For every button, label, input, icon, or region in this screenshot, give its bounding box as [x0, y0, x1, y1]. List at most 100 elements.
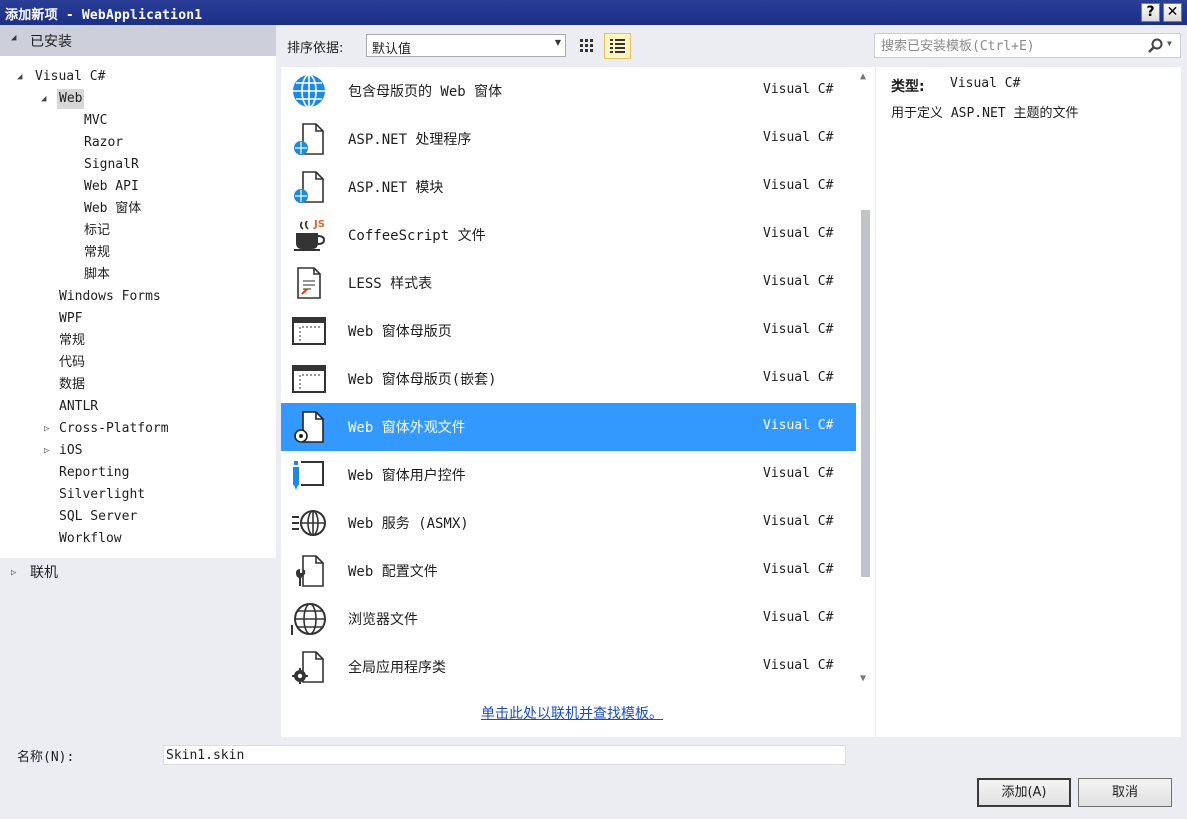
search-icon[interactable]: [1147, 38, 1165, 54]
tree-item-reporting[interactable]: Reporting: [59, 463, 129, 483]
template-name: ASP.NET 处理程序: [348, 132, 472, 148]
template-name: Web 窗体外观文件: [348, 420, 466, 436]
template-name: Web 窗体母版页: [348, 324, 452, 340]
online-header[interactable]: ▷ 联机: [0, 558, 276, 588]
template-row-selected[interactable]: Web 窗体外观文件 Visual C#: [281, 403, 856, 451]
template-name: 浏览器文件: [348, 612, 418, 628]
sort-label: 排序依据:: [287, 41, 344, 56]
config-file-icon: [296, 555, 324, 587]
tree-item-mvc[interactable]: MVC: [84, 111, 107, 131]
tree-item-visual-csharp[interactable]: Visual C#: [35, 67, 105, 87]
online-label: 联机: [30, 565, 58, 581]
template-language: Visual C#: [763, 274, 834, 289]
template-row[interactable]: Web 窗体母版页 Visual C#: [281, 307, 856, 355]
close-button[interactable]: ✕: [1163, 3, 1182, 22]
template-language: Visual C#: [763, 130, 834, 145]
template-name: ASP.NET 模块: [348, 180, 444, 196]
tree-item-wpf[interactable]: WPF: [59, 309, 82, 329]
installed-label: 已安装: [30, 34, 72, 50]
tree-item-code[interactable]: 代码: [59, 353, 85, 373]
tree-item-data[interactable]: 数据: [59, 375, 85, 395]
details-pane: 类型: Visual C# 用于定义 ASP.NET 主题的文件: [876, 67, 1181, 737]
add-button[interactable]: 添加(A): [977, 778, 1071, 807]
collapsed-arrow-icon: ▷: [11, 568, 17, 578]
type-value: Visual C#: [950, 76, 1021, 91]
tree-item-web[interactable]: Web: [57, 89, 85, 109]
globe-icon: [293, 74, 325, 108]
search-box[interactable]: ▼: [874, 33, 1181, 58]
list-scrollbar[interactable]: ▲ ▼: [856, 67, 875, 691]
tree-item-ios[interactable]: iOS: [59, 441, 82, 461]
browser-file-icon: [291, 603, 326, 635]
template-language: Visual C#: [763, 658, 834, 673]
svg-text:JS: JS: [313, 219, 325, 230]
template-row[interactable]: Web 窗体母版页(嵌套) Visual C#: [281, 355, 856, 403]
sort-value: 默认值: [372, 42, 412, 57]
tree-item-signalr[interactable]: SignalR: [84, 155, 139, 175]
name-label: 名称(N):: [17, 750, 75, 765]
tree-item-silverlight[interactable]: Silverlight: [59, 485, 145, 505]
template-name: LESS 样式表: [348, 276, 433, 292]
tree-item-web-api[interactable]: Web API: [84, 177, 139, 197]
template-name: 全局应用程序类: [348, 660, 446, 676]
category-panel: ◢ 已安装 ◢ Visual C# ◢ Web MVC Razor Signal…: [0, 25, 276, 737]
tree-item-sql-server[interactable]: SQL Server: [59, 507, 137, 527]
template-row[interactable]: Web 配置文件 Visual C#: [281, 547, 856, 595]
template-row[interactable]: JS CoffeeScript 文件 Visual C#: [281, 211, 856, 259]
collapse-arrow-icon: ◢: [11, 33, 17, 43]
template-row[interactable]: ASP.NET 处理程序 Visual C#: [281, 115, 856, 163]
tree-item-razor[interactable]: Razor: [84, 133, 123, 153]
expanded-arrow-icon[interactable]: ◢: [17, 67, 22, 87]
stylesheet-icon: [297, 267, 321, 299]
template-language: Visual C#: [763, 82, 834, 97]
online-templates-link[interactable]: 单击此处以联机并查找模板。: [481, 703, 663, 723]
template-row[interactable]: 包含母版页的 Web 窗体 Visual C#: [281, 67, 856, 115]
template-name: Web 窗体用户控件: [348, 468, 466, 484]
tree-item-windows-forms[interactable]: Windows Forms: [59, 287, 161, 307]
chevron-down-icon: ▼: [554, 38, 561, 47]
template-row[interactable]: 浏览器文件 Visual C#: [281, 595, 856, 643]
title-bar: 添加新项 - WebApplication1 ? ✕: [0, 0, 1187, 25]
template-row[interactable]: ASP.NET 模块 Visual C#: [281, 163, 856, 211]
help-button[interactable]: ?: [1141, 3, 1160, 22]
collapsed-arrow-icon[interactable]: ▷: [44, 441, 49, 461]
grid-view-icon: [580, 39, 593, 52]
tree-item-cross-platform[interactable]: Cross-Platform: [59, 419, 169, 439]
coffee-cup-icon: JS: [294, 219, 326, 251]
template-language: Visual C#: [763, 370, 834, 385]
sort-select[interactable]: 默认值 ▼: [366, 34, 566, 57]
template-language: Visual C#: [763, 562, 834, 577]
installed-header[interactable]: ◢ 已安装: [0, 25, 276, 56]
scroll-down-arrow-icon[interactable]: ▼: [860, 673, 866, 684]
tree-item-markup[interactable]: 标记: [84, 221, 110, 241]
template-language: Visual C#: [763, 418, 834, 433]
template-row[interactable]: Web 服务 (ASMX) Visual C#: [281, 499, 856, 547]
list-view-icon: [610, 39, 625, 53]
cancel-button[interactable]: 取消: [1078, 778, 1172, 807]
tree-item-antlr[interactable]: ANTLR: [59, 397, 98, 417]
template-list: 包含母版页的 Web 窗体 Visual C# ASP.NET 处理程序 Vis…: [281, 67, 856, 691]
template-row[interactable]: LESS 样式表 Visual C#: [281, 259, 856, 307]
details-view-button[interactable]: [604, 33, 631, 59]
template-name: Web 窗体母版页(嵌套): [348, 372, 497, 388]
tree-item-general-2[interactable]: 常规: [59, 331, 85, 351]
category-tree: ◢ Visual C# ◢ Web MVC Razor SignalR Web …: [0, 56, 276, 558]
search-input[interactable]: [879, 37, 1134, 55]
template-row[interactable]: 全局应用程序类 Visual C#: [281, 643, 856, 691]
online-link-area: 单击此处以联机并查找模板。: [281, 691, 875, 737]
tree-item-general[interactable]: 常规: [84, 243, 110, 263]
expanded-arrow-icon[interactable]: ◢: [41, 89, 46, 109]
tree-item-workflow[interactable]: Workflow: [59, 529, 122, 549]
template-row[interactable]: Web 窗体用户控件 Visual C#: [281, 451, 856, 499]
name-field[interactable]: [163, 745, 846, 765]
collapsed-arrow-icon[interactable]: ▷: [44, 419, 49, 439]
tree-item-script[interactable]: 脚本: [84, 265, 110, 285]
small-icons-view-button[interactable]: [574, 33, 601, 59]
global-class-icon: [292, 651, 324, 684]
tree-item-web-forms[interactable]: Web 窗体: [84, 199, 141, 219]
scrollbar-thumb[interactable]: [861, 210, 870, 577]
scroll-up-arrow-icon[interactable]: ▲: [860, 71, 866, 82]
search-options-chevron-icon[interactable]: ▼: [1167, 39, 1172, 48]
nested-master-page-icon: [292, 365, 326, 393]
master-page-icon: [292, 317, 326, 345]
